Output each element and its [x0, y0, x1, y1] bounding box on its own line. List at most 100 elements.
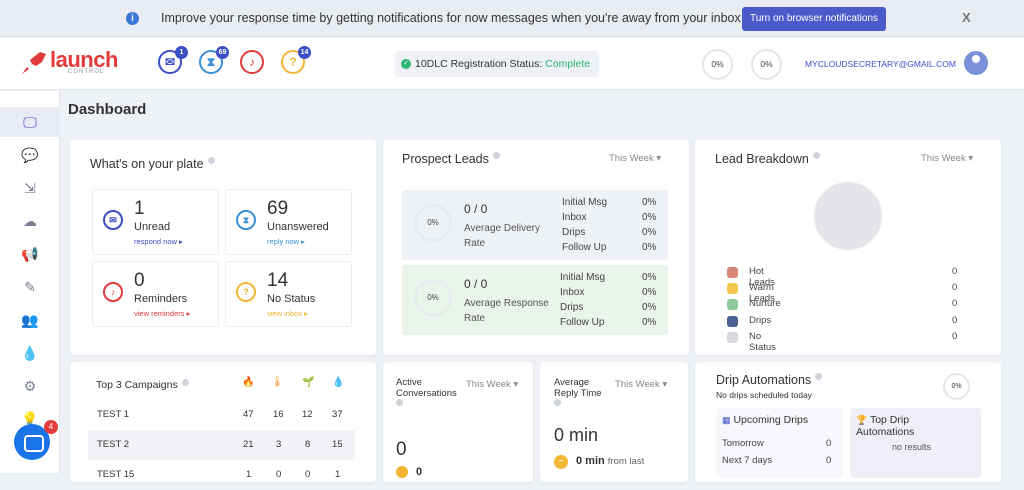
campaign-nurture: 8: [305, 439, 311, 450]
campaign-warm: 3: [276, 439, 282, 450]
unanswered-tile[interactable]: ⧗ 69 Unanswered reply now ▸: [225, 189, 352, 255]
campaign-hot: 47: [243, 409, 254, 420]
response-rate-circle: 0%: [414, 279, 452, 317]
messages-badge: 1: [175, 46, 188, 59]
registration-status: ✓ 10DLC Registration Status: Complete: [395, 51, 599, 77]
response-caption-2: Rate: [464, 313, 486, 324]
messages-icon[interactable]: ✉ 1: [158, 46, 188, 74]
breakdown-period-dropdown[interactable]: This Week ▾: [921, 153, 973, 164]
help-icon[interactable]: [396, 399, 403, 406]
top-drips-title-line2: Automations: [856, 426, 915, 438]
campaigns-title-text: Top 3 Campaigns: [96, 379, 178, 391]
sprout-icon: 🌱: [302, 377, 315, 388]
reply-title: Average Reply Time: [554, 377, 602, 410]
gear-icon[interactable]: ⚙: [0, 371, 60, 401]
help-icon[interactable]: [554, 399, 561, 406]
respond-now-link[interactable]: respond now ▸: [134, 237, 183, 246]
no-status-badge: 14: [298, 46, 311, 59]
unread-label: Unread: [134, 221, 171, 233]
drip-title: Drip Automations: [716, 373, 823, 387]
view-reminders-link[interactable]: view reminders ▸: [134, 309, 190, 318]
plate-title-text: What's on your plate: [90, 157, 204, 171]
legend-value: 0: [952, 315, 958, 326]
unanswered-badge: 69: [216, 46, 229, 59]
top-drips-title-line1: Top Drip: [869, 414, 910, 426]
help-icon[interactable]: [815, 373, 823, 380]
view-inbox-link[interactable]: view inbox ▸: [267, 309, 308, 318]
import-icon[interactable]: ⇲: [0, 173, 60, 203]
question-icon[interactable]: ? 14: [281, 46, 311, 74]
campaign-drips: 15: [332, 439, 343, 450]
campaign-nurture: 0: [305, 469, 311, 480]
response-row-label: Initial Msg: [560, 272, 606, 283]
table-row[interactable]: TEST 15 1 0 0 1: [88, 460, 355, 490]
delivery-row-label: Inbox: [562, 212, 587, 223]
reply-now-link[interactable]: reply now ▸: [267, 237, 305, 246]
help-icon[interactable]: [492, 152, 500, 159]
active-title-line2: Conversations: [396, 388, 457, 399]
campaign-name: TEST 2: [97, 439, 130, 450]
campaign-name: TEST 1: [97, 409, 130, 420]
logo[interactable]: launch CONTROL: [20, 47, 118, 81]
logo-subtext: CONTROL: [68, 69, 105, 75]
bell-icon[interactable]: ♪: [240, 50, 264, 74]
edit-icon[interactable]: ✎: [0, 272, 60, 302]
users-icon[interactable]: 👥: [0, 305, 60, 335]
plate-title: What's on your plate: [90, 157, 215, 171]
legend-swatch: [727, 283, 738, 294]
account-email[interactable]: MYCLOUDSECRETARY@GMAIL.COM: [805, 59, 956, 69]
info-icon: i: [126, 12, 139, 25]
reply-period-dropdown[interactable]: This Week ▾: [615, 379, 667, 390]
chat-launcher-button[interactable]: 4: [14, 420, 58, 460]
help-icon[interactable]: [181, 379, 189, 386]
legend-label: No Status: [749, 331, 776, 353]
active-title-line1: Active: [396, 377, 422, 388]
reminders-tile[interactable]: ♪ 0 Reminders view reminders ▸: [92, 261, 219, 327]
response-caption-1: Average Response: [464, 298, 549, 309]
response-row-value: 0%: [642, 317, 657, 328]
unread-tile[interactable]: ✉ 1 Unread respond now ▸: [92, 189, 219, 255]
help-icon[interactable]: [812, 152, 820, 159]
response-row-value: 0%: [642, 272, 657, 283]
delivery-row-value: 0%: [642, 212, 657, 223]
legend-swatch: [727, 267, 738, 278]
reply-sub-value: 0 min: [576, 455, 605, 467]
upcoming-value: 0: [826, 438, 832, 449]
megaphone-icon[interactable]: 📢: [0, 239, 60, 269]
legend-swatch: [727, 316, 738, 327]
close-banner-button[interactable]: X: [962, 10, 971, 25]
check-icon: ✓: [401, 59, 411, 69]
drop-icon[interactable]: 💧: [0, 338, 60, 368]
active-period-dropdown[interactable]: This Week ▾: [466, 379, 518, 390]
banner-message: Improve your response time by getting no…: [161, 11, 745, 25]
legend-label: Nurture: [749, 298, 781, 309]
hourglass-icon[interactable]: ⧗ 69: [199, 46, 229, 74]
legend-swatch: [727, 299, 738, 310]
cloud-upload-icon[interactable]: ☁: [0, 206, 60, 236]
delivery-row-value: 0%: [642, 197, 657, 208]
top-drips-empty: no results: [892, 442, 932, 452]
response-row-label: Inbox: [560, 287, 585, 298]
chat-icon[interactable]: 💬: [0, 140, 60, 170]
campaign-drips: 1: [335, 469, 341, 480]
enable-notifications-button[interactable]: Turn on browser notifications: [742, 7, 886, 31]
reminders-count: 0: [134, 270, 145, 291]
reply-sub: 0 min from last: [576, 455, 644, 467]
table-row[interactable]: TEST 2 21 3 8 15: [88, 430, 355, 460]
drip-title-text: Drip Automations: [716, 373, 812, 387]
delivery-row-label: Drips: [562, 227, 586, 238]
envelope-icon: ✉: [103, 210, 123, 230]
campaign-drips: 37: [332, 409, 343, 420]
response-row-value: 0%: [642, 287, 657, 298]
prospect-title: Prospect Leads: [402, 152, 500, 166]
avatar[interactable]: [964, 51, 988, 75]
help-icon[interactable]: [207, 157, 215, 164]
delivery-rate-circle: 0%: [414, 204, 452, 242]
monitor-icon[interactable]: 🖵: [0, 107, 60, 137]
bell-icon: ♪: [103, 282, 123, 302]
legend-value: 0: [952, 298, 958, 309]
no-status-tile[interactable]: ? 14 No Status view inbox ▸: [225, 261, 352, 327]
table-row[interactable]: TEST 1 47 16 12 37: [88, 400, 355, 430]
legend-value: 0: [952, 331, 958, 342]
prospect-period-dropdown[interactable]: This Week ▾: [609, 153, 661, 164]
